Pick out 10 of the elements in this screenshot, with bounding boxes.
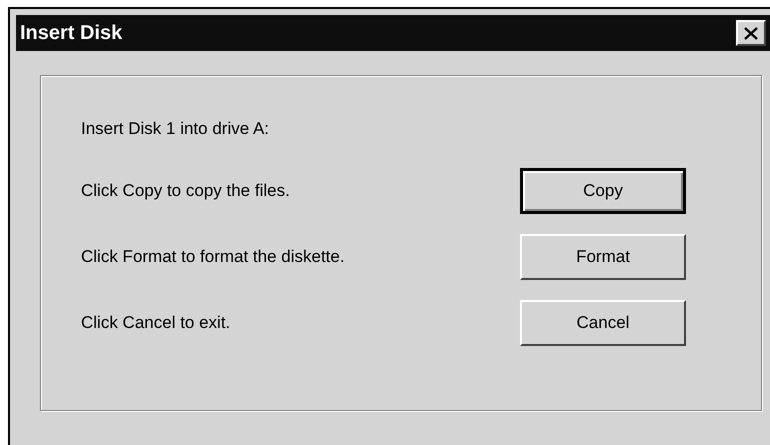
close-icon	[744, 26, 758, 40]
dialog-button[interactable]: Cancel	[520, 300, 686, 346]
dialog-button[interactable]: Copy	[520, 168, 686, 214]
dialog-button[interactable]: Format	[520, 234, 686, 280]
message-text: Insert Disk 1 into drive A:	[81, 118, 270, 140]
instruction-text: Click Copy to copy the files.	[81, 181, 291, 201]
close-button[interactable]	[736, 20, 766, 46]
instruction-text: Click Cancel to exit.	[81, 313, 232, 333]
window-title: Insert Disk	[20, 22, 122, 44]
instruction-text: Click Format to format the diskette.	[81, 247, 346, 267]
